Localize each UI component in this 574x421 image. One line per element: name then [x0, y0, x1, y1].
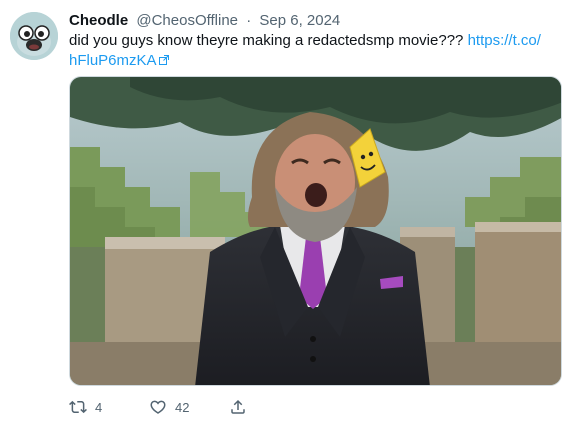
tweet-text: did you guys know theyre making a redact…: [69, 31, 559, 71]
photo-icon: [70, 77, 561, 385]
tweet-media[interactable]: [69, 76, 562, 386]
tweet-actions: 4 42: [69, 397, 259, 417]
tweet-link-line2[interactable]: hFluP6mzKA: [69, 52, 157, 69]
cartoon-face-avatar-icon: [10, 12, 58, 60]
retweet-icon: [69, 398, 87, 416]
tweet-link-line1[interactable]: https://t.co/: [468, 32, 541, 49]
author-handle[interactable]: @CheosOffline: [136, 12, 238, 29]
heart-icon: [149, 398, 167, 416]
external-link-icon: [158, 51, 169, 71]
separator-dot: ·: [246, 12, 252, 29]
author-name[interactable]: Cheodle: [69, 12, 128, 29]
retweet-count: 4: [95, 399, 103, 415]
tweet-body: did you guys know theyre making a redact…: [69, 32, 468, 49]
avatar[interactable]: [10, 12, 58, 60]
tweet-header: Cheodle @CheosOffline · Sep 6, 2024: [69, 12, 340, 29]
like-button[interactable]: 42: [149, 398, 229, 416]
tweet-date[interactable]: Sep 6, 2024: [259, 12, 340, 29]
tweet-card: Cheodle @CheosOffline · Sep 6, 2024 did …: [0, 0, 574, 421]
retweet-button[interactable]: 4: [69, 398, 149, 416]
share-button[interactable]: [229, 398, 259, 416]
like-count: 42: [175, 399, 190, 415]
share-icon: [229, 398, 247, 416]
